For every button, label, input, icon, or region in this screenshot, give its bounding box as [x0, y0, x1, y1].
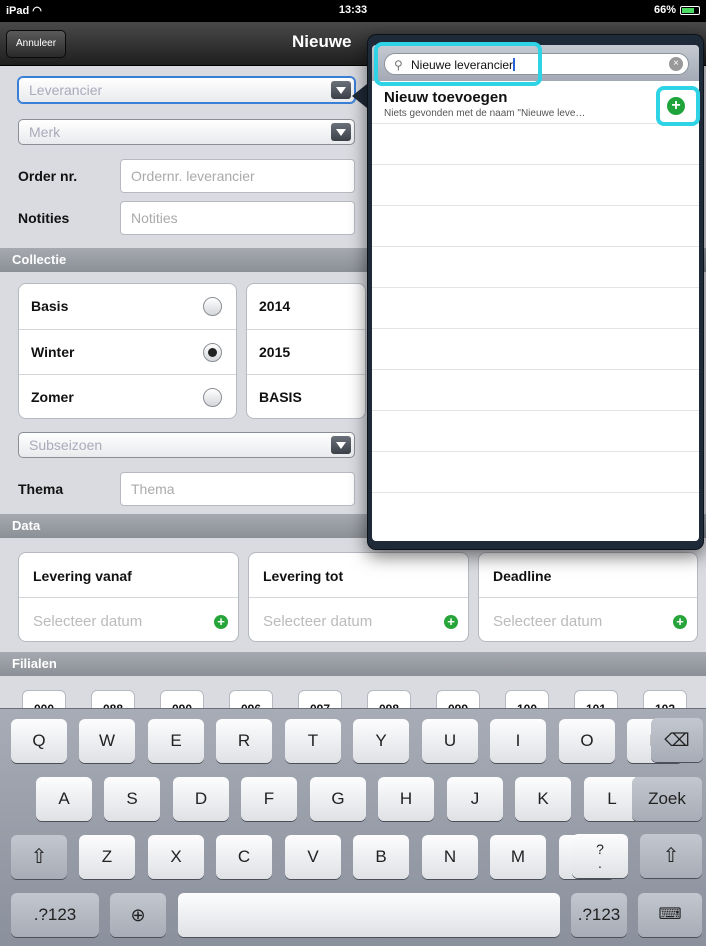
notes-input[interactable]: Notities	[120, 201, 355, 235]
empty-row	[372, 246, 699, 287]
clear-icon[interactable]: ×	[669, 57, 683, 71]
empty-row	[372, 287, 699, 328]
key-b[interactable]: B	[353, 835, 409, 879]
empty-row	[372, 164, 699, 205]
key-o[interactable]: O	[559, 719, 615, 763]
supplier-search-popover: ⚲ Nieuwe leverancier × Nieuw toevoegen N…	[367, 34, 704, 550]
date-card-deadline[interactable]: Deadline Selecteer datum +	[478, 552, 698, 642]
add-date-icon[interactable]: +	[673, 615, 687, 629]
key-v[interactable]: V	[285, 835, 341, 879]
year-option-2014[interactable]: 2014	[247, 284, 365, 329]
status-bar: iPad ◠ 13:33 66%	[0, 0, 706, 22]
cancel-button[interactable]: Annuleer	[6, 30, 67, 58]
empty-row	[372, 492, 699, 533]
empty-row	[372, 123, 699, 164]
key-y[interactable]: Y	[353, 719, 409, 763]
key-z[interactable]: Z	[79, 835, 135, 879]
shift-icon[interactable]: ⇧	[640, 834, 702, 878]
season-option-winter[interactable]: Winter	[19, 329, 236, 374]
key-f[interactable]: F	[241, 777, 297, 821]
key-x[interactable]: X	[148, 835, 204, 879]
key-g[interactable]: G	[310, 777, 366, 821]
subseason-select[interactable]: Subseizoen	[18, 432, 355, 458]
empty-row	[372, 451, 699, 492]
supplier-select[interactable]: Leverancier	[18, 77, 355, 103]
battery-status: 66%	[654, 4, 700, 16]
key-u[interactable]: U	[422, 719, 478, 763]
key-c[interactable]: C	[216, 835, 272, 879]
key-j[interactable]: J	[447, 777, 503, 821]
radio-zomer[interactable]	[203, 388, 222, 407]
status-time: 13:33	[338, 4, 368, 16]
season-group: Basis Winter Zomer	[18, 283, 237, 419]
radio-basis[interactable]	[203, 297, 222, 316]
date-card-delivery-from[interactable]: Levering vanaf Selecteer datum +	[18, 552, 239, 642]
order-number-label: Order nr.	[18, 168, 78, 184]
empty-row	[372, 328, 699, 369]
add-date-icon[interactable]: +	[214, 615, 228, 629]
key-q[interactable]: Q	[11, 719, 67, 763]
key-m[interactable]: M	[490, 835, 546, 879]
onscreen-keyboard: Q W E R T Y U I O P A S D F G H J K L Zo…	[0, 708, 706, 946]
theme-label: Thema	[18, 481, 64, 497]
add-new-result[interactable]: Nieuw toevoegen Niets gevonden met de na…	[372, 81, 699, 123]
key-k[interactable]: K	[515, 777, 571, 821]
radio-winter[interactable]	[203, 343, 222, 362]
order-number-input[interactable]: Ordernr. leverancier	[120, 159, 355, 193]
year-option-2015[interactable]: 2015	[247, 329, 365, 374]
key-w[interactable]: W	[79, 719, 135, 763]
search-field-highlight	[374, 42, 542, 86]
globe-icon[interactable]: ⊕	[110, 893, 166, 937]
page-title: Nieuwe	[292, 32, 352, 51]
year-option-basis[interactable]: BASIS	[247, 374, 365, 418]
empty-row	[372, 205, 699, 246]
brand-select[interactable]: Merk	[18, 119, 355, 145]
key-d[interactable]: D	[173, 777, 229, 821]
shift-icon[interactable]: ⇧	[11, 835, 67, 879]
keyboard-hide-icon[interactable]: ⌨	[638, 893, 702, 937]
space-bar[interactable]	[178, 893, 560, 937]
date-card-delivery-to[interactable]: Levering tot Selecteer datum +	[248, 552, 469, 642]
key-t[interactable]: T	[285, 719, 341, 763]
season-option-zomer[interactable]: Zomer	[19, 374, 236, 418]
chevron-down-icon	[331, 123, 351, 141]
key-question-period[interactable]: ?.	[572, 834, 628, 878]
battery-icon	[680, 5, 700, 15]
chevron-down-icon	[331, 81, 351, 99]
empty-row	[372, 369, 699, 410]
numbers-key[interactable]: .?123	[11, 893, 99, 937]
numbers-key-right[interactable]: .?123	[571, 893, 627, 937]
add-date-icon[interactable]: +	[444, 615, 458, 629]
key-n[interactable]: N	[422, 835, 478, 879]
key-s[interactable]: S	[104, 777, 160, 821]
backspace-icon[interactable]: ⌫	[651, 718, 703, 762]
key-r[interactable]: R	[216, 719, 272, 763]
popover-arrow	[352, 84, 367, 108]
season-option-basis[interactable]: Basis	[19, 284, 236, 329]
key-a[interactable]: A	[36, 777, 92, 821]
key-h[interactable]: H	[378, 777, 434, 821]
add-button-highlight	[656, 86, 700, 126]
section-header-branches: Filialen	[0, 652, 706, 676]
empty-row	[372, 410, 699, 451]
chevron-down-icon	[331, 436, 351, 454]
notes-label: Notities	[18, 210, 70, 226]
search-results-list: Nieuw toevoegen Niets gevonden met de na…	[372, 81, 699, 541]
year-group: 2014 2015 BASIS	[246, 283, 366, 419]
key-e[interactable]: E	[148, 719, 204, 763]
theme-input[interactable]: Thema	[120, 472, 355, 506]
search-key[interactable]: Zoek	[632, 777, 702, 821]
key-i[interactable]: I	[490, 719, 546, 763]
